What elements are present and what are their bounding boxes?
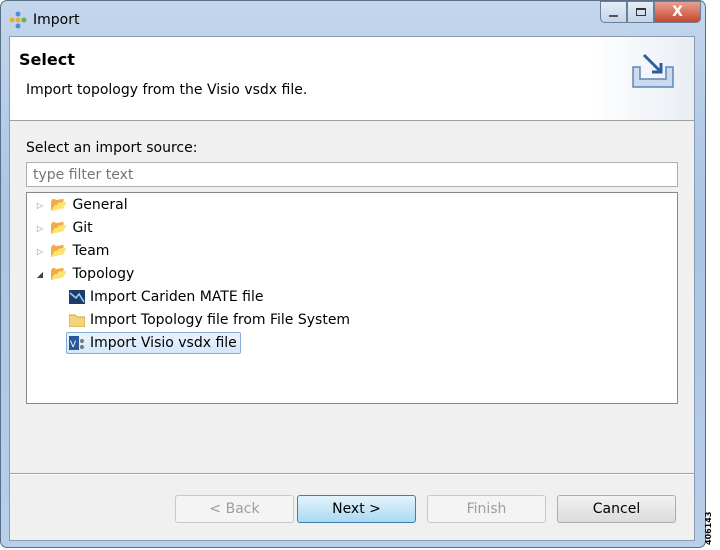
wizard-header: Select Import topology from the Visio vs… — [10, 37, 694, 121]
import-source-label: Select an import source: — [26, 140, 198, 156]
visio-icon: V — [69, 336, 84, 350]
expand-arrow-icon[interactable]: ▷ — [35, 224, 45, 233]
figure-id: 406143 — [704, 511, 713, 545]
title-bar: Import — [9, 8, 79, 32]
next-button[interactable]: Next > — [297, 495, 416, 523]
import-wizard-icon — [632, 53, 674, 88]
expand-arrow-icon[interactable]: ▷ — [35, 201, 45, 210]
window-title: Import — [33, 12, 80, 28]
tree-item-cariden[interactable]: Import Cariden MATE file — [69, 286, 263, 308]
filter-input[interactable] — [26, 162, 678, 187]
maximize-button[interactable] — [627, 1, 654, 23]
folder-icon: 📂 — [50, 266, 68, 282]
tree-item-team[interactable]: ▷ 📂 Team — [35, 240, 110, 262]
tree-item-git[interactable]: ▷ 📂 Git — [35, 217, 93, 239]
tree-item-general[interactable]: ▷ 📂 General — [35, 194, 128, 216]
svg-text:V: V — [70, 340, 77, 350]
tree-item-visio[interactable]: V Import Visio vsdx file — [66, 332, 241, 354]
import-app-icon — [9, 11, 27, 29]
import-window: Import X Select Import topology from the… — [0, 0, 706, 548]
tree-item-topology[interactable]: ◢ 📂 Topology — [35, 263, 134, 285]
folder-icon: 📂 — [50, 243, 68, 259]
minimize-button[interactable] — [600, 1, 627, 23]
close-button[interactable]: X — [654, 1, 701, 23]
finish-button[interactable]: Finish — [427, 495, 546, 523]
folder-icon: 📂 — [50, 220, 68, 236]
cancel-button[interactable]: Cancel — [557, 495, 676, 523]
collapse-arrow-icon[interactable]: ◢ — [35, 270, 45, 279]
button-separator — [10, 473, 694, 475]
page-title: Select — [19, 50, 75, 69]
wizard-body: Select Import topology from the Visio vs… — [9, 36, 695, 541]
back-button[interactable]: < Back — [175, 495, 294, 523]
folder-file-icon — [69, 314, 85, 327]
tree-item-topology-file[interactable]: Import Topology file from File System — [69, 309, 350, 331]
expand-arrow-icon[interactable]: ▷ — [35, 247, 45, 256]
folder-icon: 📂 — [50, 197, 68, 213]
cariden-icon — [69, 290, 85, 304]
import-source-tree[interactable]: ▷ 📂 General ▷ 📂 Git ▷ 📂 Team ◢ 📂 Topology Import… — [26, 192, 678, 404]
page-description: Import topology from the Visio vsdx file… — [26, 82, 308, 98]
